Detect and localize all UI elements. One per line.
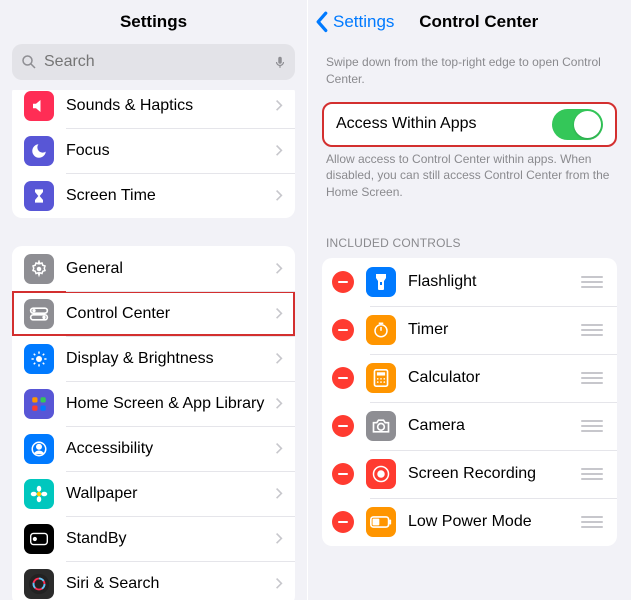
settings-row-control-center[interactable]: Control Center: [12, 291, 295, 336]
page-title: Settings: [120, 12, 187, 32]
search-input[interactable]: [38, 53, 273, 71]
toggle-label: Access Within Apps: [336, 115, 552, 133]
chevron-right-icon: [275, 487, 283, 500]
chevron-right-icon: [275, 99, 283, 112]
row-label: Focus: [66, 142, 275, 160]
settings-row-screen-time[interactable]: Screen Time: [12, 173, 295, 218]
row-label: StandBy: [66, 530, 275, 548]
toggle-help: Allow access to Control Center within ap…: [322, 147, 617, 215]
grid-icon: [24, 389, 54, 419]
settings-scroll[interactable]: Sounds & Haptics Focus Screen Time General…: [0, 90, 307, 600]
remove-button[interactable]: [332, 463, 354, 485]
nav-title: Control Center: [334, 12, 623, 32]
toggle-switch[interactable]: [552, 109, 603, 140]
gear-icon: [24, 254, 54, 284]
siri-icon: [24, 569, 54, 599]
flower-icon: [24, 479, 54, 509]
row-label: Display & Brightness: [66, 350, 275, 368]
drag-handle[interactable]: [581, 372, 607, 384]
row-label: Accessibility: [66, 440, 275, 458]
settings-group-2: General Control Center Display & Brightnes…: [12, 246, 295, 600]
drag-handle[interactable]: [581, 324, 607, 336]
chevron-right-icon: [275, 532, 283, 545]
camera-icon: [366, 411, 396, 441]
flashlight-icon: [366, 267, 396, 297]
person-icon: [24, 434, 54, 464]
settings-row-home-screen[interactable]: Home Screen & App Library: [12, 381, 295, 426]
control-label: Timer: [408, 321, 581, 339]
remove-button[interactable]: [332, 319, 354, 341]
remove-button[interactable]: [332, 271, 354, 293]
control-row-low-power[interactable]: Low Power Mode: [322, 498, 617, 546]
search-bar[interactable]: [12, 44, 295, 80]
settings-row-display-brightness[interactable]: Display & Brightness: [12, 336, 295, 381]
row-label: Sounds & Haptics: [66, 97, 275, 115]
chevron-right-icon: [275, 262, 283, 275]
left-header: Settings: [0, 0, 307, 44]
control-label: Camera: [408, 417, 581, 435]
intro-caption: Swipe down from the top-right edge to op…: [322, 50, 617, 102]
drag-handle[interactable]: [581, 468, 607, 480]
control-label: Calculator: [408, 369, 581, 387]
battery-icon: [366, 507, 396, 537]
right-body: Swipe down from the top-right edge to op…: [308, 44, 631, 600]
included-controls-header: Included Controls: [322, 215, 617, 258]
search-icon: [20, 53, 38, 71]
row-label: Control Center: [66, 305, 275, 323]
chevron-right-icon: [275, 144, 283, 157]
chevron-right-icon: [275, 352, 283, 365]
settings-row-accessibility[interactable]: Accessibility: [12, 426, 295, 471]
sun-icon: [24, 344, 54, 374]
chevron-right-icon: [275, 397, 283, 410]
mic-icon[interactable]: [273, 55, 287, 69]
control-row-screen-recording[interactable]: Screen Recording: [322, 450, 617, 498]
chevron-right-icon: [275, 442, 283, 455]
control-label: Low Power Mode: [408, 513, 581, 531]
chevron-left-icon: [316, 11, 329, 33]
control-row-timer[interactable]: Timer: [322, 306, 617, 354]
control-row-calculator[interactable]: Calculator: [322, 354, 617, 402]
drag-handle[interactable]: [581, 516, 607, 528]
standby-icon: [24, 524, 54, 554]
chevron-right-icon: [275, 189, 283, 202]
calc-icon: [366, 363, 396, 393]
settings-row-wallpaper[interactable]: Wallpaper: [12, 471, 295, 516]
settings-row-focus[interactable]: Focus: [12, 128, 295, 173]
remove-button[interactable]: [332, 367, 354, 389]
settings-row-general[interactable]: General: [12, 246, 295, 291]
settings-left-pane: Settings Sounds & Haptics Focus Screen Tim…: [0, 0, 308, 600]
control-row-flashlight[interactable]: Flashlight: [322, 258, 617, 306]
chevron-right-icon: [275, 307, 283, 320]
access-within-apps-row[interactable]: Access Within Apps: [322, 102, 617, 147]
settings-group-1: Sounds & Haptics Focus Screen Time: [12, 90, 295, 218]
row-label: Screen Time: [66, 187, 275, 205]
speaker-icon: [24, 91, 54, 121]
included-controls-group: Flashlight Timer Calculator Camera Screen Re…: [322, 258, 617, 546]
nav-bar: Settings Control Center: [308, 0, 631, 44]
drag-handle[interactable]: [581, 276, 607, 288]
settings-row-sounds-haptics[interactable]: Sounds & Haptics: [12, 90, 295, 128]
row-label: Wallpaper: [66, 485, 275, 503]
row-label: Siri & Search: [66, 575, 275, 593]
remove-button[interactable]: [332, 511, 354, 533]
control-label: Flashlight: [408, 273, 581, 291]
hourglass-icon: [24, 181, 54, 211]
drag-handle[interactable]: [581, 420, 607, 432]
control-row-camera[interactable]: Camera: [322, 402, 617, 450]
search-wrap: [0, 44, 307, 90]
moon-icon: [24, 136, 54, 166]
switches-icon: [24, 299, 54, 329]
row-label: General: [66, 260, 275, 278]
control-label: Screen Recording: [408, 465, 581, 483]
record-icon: [366, 459, 396, 489]
row-label: Home Screen & App Library: [66, 395, 275, 413]
settings-right-pane: Settings Control Center Swipe down from …: [308, 0, 631, 600]
settings-row-siri-search[interactable]: Siri & Search: [12, 561, 295, 600]
settings-row-standby[interactable]: StandBy: [12, 516, 295, 561]
timer-icon: [366, 315, 396, 345]
chevron-right-icon: [275, 577, 283, 590]
remove-button[interactable]: [332, 415, 354, 437]
